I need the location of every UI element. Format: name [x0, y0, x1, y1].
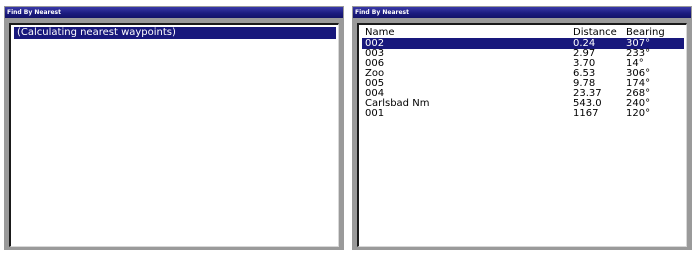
calculating-status: (Calculating nearest waypoints): [14, 27, 336, 39]
content-area: Name Distance Bearing 002 0.24 307° 003 2.97…: [357, 23, 687, 247]
column-header-bearing[interactable]: Bearing: [626, 27, 665, 38]
window-title: Find By Nearest: [353, 7, 691, 18]
list-header: Name Distance Bearing: [362, 27, 684, 38]
waypoint-list: Name Distance Bearing 002 0.24 307° 003 2.97…: [362, 27, 684, 119]
content-area: (Calculating nearest waypoints): [9, 23, 339, 247]
column-header-name[interactable]: Name: [365, 27, 395, 38]
waypoint-bearing: 120°: [626, 108, 651, 119]
waypoint-row[interactable]: 001 1167 120°: [362, 109, 684, 119]
find-by-nearest-window-calculating: Find By Nearest (Calculating nearest way…: [4, 6, 344, 250]
waypoint-name: 001: [365, 108, 385, 119]
column-header-distance[interactable]: Distance: [573, 27, 617, 38]
waypoint-distance: 1167: [573, 108, 599, 119]
window-title: Find By Nearest: [5, 7, 343, 18]
find-by-nearest-window-results: Find By Nearest Name Distance Bearing 00…: [352, 6, 692, 250]
